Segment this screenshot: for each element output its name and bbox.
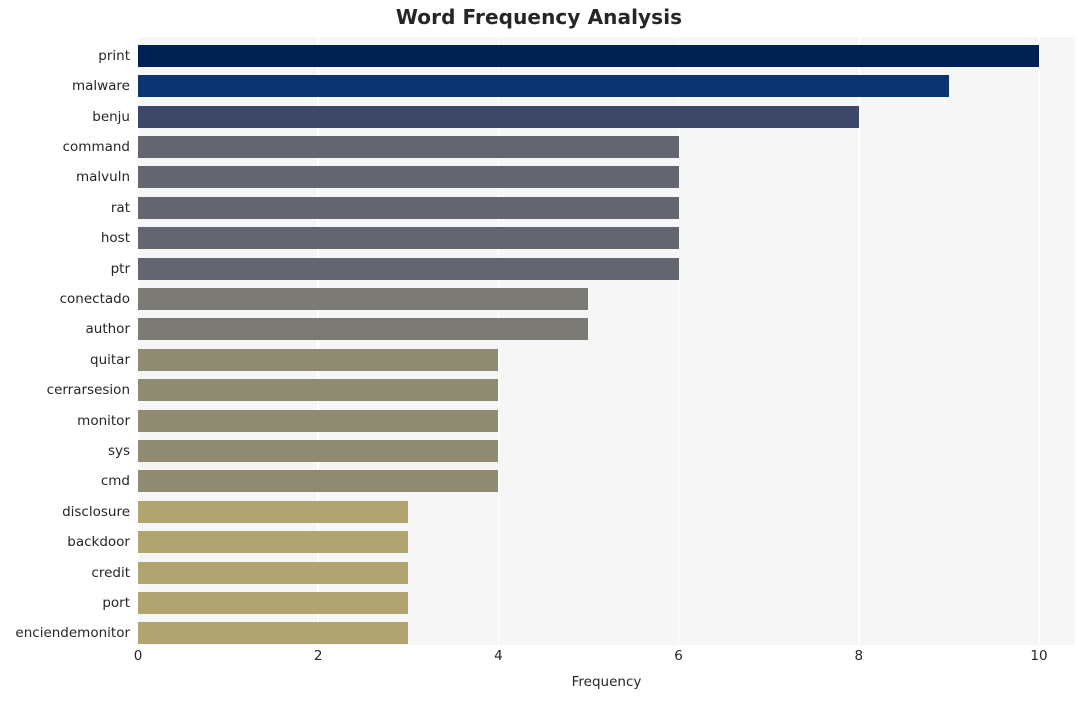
y-tick-label-print: print — [98, 47, 130, 64]
bar-host — [138, 227, 679, 250]
bar-print — [138, 44, 1039, 67]
bar-author — [138, 318, 589, 341]
gridline-x-8 — [857, 37, 860, 645]
bar-cmd — [138, 470, 499, 493]
figure-canvas: Word Frequency Analysis print malware benj… — [0, 0, 1078, 701]
x-axis-label: Frequency — [571, 674, 642, 690]
bar-quitar — [138, 348, 499, 371]
bar-credit — [138, 561, 409, 584]
x-tick-label-8: 8 — [854, 648, 864, 664]
bar-malvuln — [138, 166, 679, 189]
bar-command — [138, 135, 679, 158]
y-tick-label-ptr: ptr — [110, 260, 130, 277]
x-tick-label-0: 0 — [133, 648, 143, 664]
y-axis-tick-labels: print malware benju command malvuln rat host pt… — [0, 37, 130, 645]
gridline-x-0 — [138, 37, 139, 645]
bar-monitor — [138, 409, 499, 432]
bar-benju — [138, 105, 859, 128]
plot-area — [138, 37, 1075, 645]
x-tick-label-2: 2 — [313, 648, 323, 664]
bar-rat — [138, 196, 679, 219]
y-tick-label-cerrarsesion: cerrarsesion — [46, 382, 130, 399]
y-tick-label-quitar: quitar — [90, 351, 130, 368]
x-tick-label-4: 4 — [494, 648, 503, 664]
bar-disclosure — [138, 500, 409, 523]
x-tick-label-6: 6 — [674, 648, 683, 664]
y-tick-label-disclosure: disclosure — [62, 503, 130, 520]
y-tick-label-enciendemonitor: enciendemonitor — [15, 625, 130, 642]
bar-ptr — [138, 257, 679, 280]
bar-enciendemonitor — [138, 622, 409, 645]
y-tick-label-conectado: conectado — [59, 290, 130, 307]
y-tick-label-command: command — [62, 138, 130, 155]
y-tick-label-monitor: monitor — [77, 412, 130, 429]
bar-port — [138, 591, 409, 614]
gridline-x-2 — [317, 37, 319, 645]
y-tick-label-credit: credit — [91, 564, 130, 581]
y-tick-label-benju: benju — [92, 108, 130, 125]
x-axis-tick-labels: 0 2 4 6 8 10 — [0, 648, 1078, 670]
y-tick-label-port: port — [102, 594, 130, 611]
gridline-x-10 — [1038, 37, 1040, 645]
y-tick-label-malware: malware — [71, 78, 130, 95]
bar-sys — [138, 439, 499, 462]
bar-conectado — [138, 287, 589, 310]
bar-malware — [138, 75, 949, 98]
gridline-x-6 — [677, 37, 680, 645]
y-tick-label-backdoor: backdoor — [67, 534, 130, 551]
chart-title: Word Frequency Analysis — [395, 5, 683, 29]
x-tick-label-10: 10 — [1030, 648, 1048, 664]
bar-cerrarsesion — [138, 379, 499, 402]
y-tick-label-rat: rat — [110, 199, 130, 216]
y-tick-label-cmd: cmd — [100, 473, 130, 490]
y-tick-label-host: host — [100, 230, 130, 247]
bar-backdoor — [138, 531, 409, 554]
y-tick-label-author: author — [85, 321, 131, 338]
y-tick-label-sys: sys — [107, 442, 130, 459]
y-tick-label-malvuln: malvuln — [75, 169, 130, 186]
gridline-x-4 — [497, 37, 500, 645]
